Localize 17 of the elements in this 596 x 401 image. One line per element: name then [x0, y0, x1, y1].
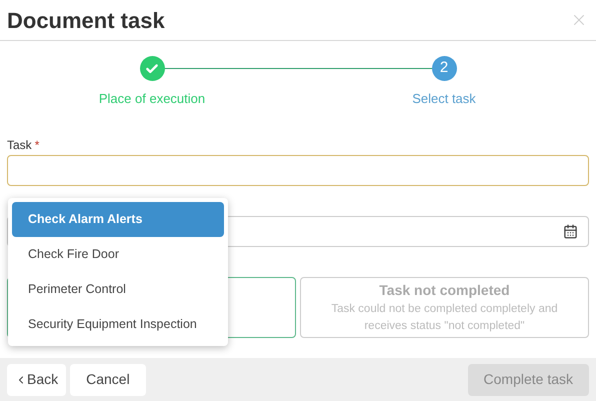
back-button[interactable]: Back — [7, 364, 66, 396]
task-input[interactable] — [7, 155, 589, 186]
dropdown-option[interactable]: Security Equipment Inspection — [12, 307, 224, 342]
required-mark: * — [34, 137, 40, 154]
step-number: 2 — [440, 58, 448, 78]
card-title: Task not completed — [379, 281, 510, 300]
dropdown-option[interactable]: Perimeter Control — [12, 272, 224, 307]
check-icon — [145, 62, 159, 76]
dropdown-option[interactable]: Check Alarm Alerts — [12, 202, 224, 237]
cancel-button[interactable]: Cancel — [70, 364, 146, 396]
dialog-title: Document task — [7, 6, 165, 34]
dropdown-option[interactable]: Check Fire Door — [12, 237, 224, 272]
step-label: Select task — [412, 90, 476, 108]
card-description: Task could not be completed completely and receives status "not completed" — [330, 302, 559, 334]
step-label: Place of execution — [98, 90, 206, 108]
field-label: Task — [7, 137, 32, 154]
calendar-icon[interactable] — [563, 224, 578, 239]
